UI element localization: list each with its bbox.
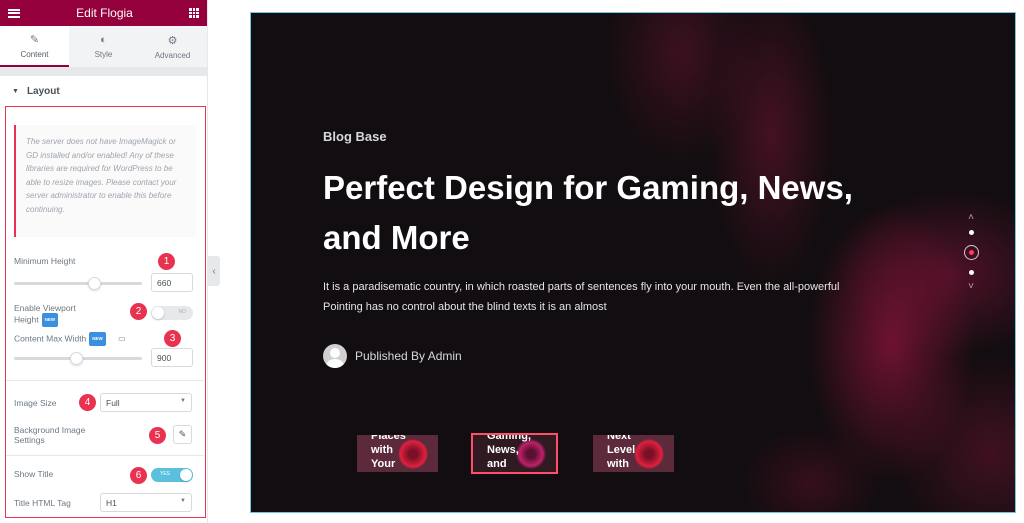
section-layout-toggle[interactable]: ▼ Layout — [0, 76, 207, 106]
viewport-height-label: Enable Viewport Height NEW — [14, 303, 76, 327]
author-name[interactable]: Published By Admin — [355, 349, 462, 363]
thumbnail-text: Places with Your — [371, 435, 406, 470]
slide-description: It is a paradisematic country, in which … — [323, 277, 923, 317]
min-height-input[interactable]: 660 — [151, 273, 193, 292]
divider — [0, 68, 207, 76]
toggle-knob — [152, 307, 164, 319]
thumbnail-item[interactable]: Next Level with — [593, 435, 674, 472]
annotation-1: 1 — [158, 253, 175, 270]
bg-settings-edit-button[interactable]: ✎ — [173, 425, 192, 444]
slide-title: Perfect Design for Gaming, News, and Mor… — [323, 163, 923, 263]
slide-navigation: ˄ ˅ — [961, 213, 981, 292]
min-height-slider-handle[interactable] — [88, 277, 101, 290]
author-meta: Published By Admin — [323, 344, 462, 368]
panel-header: Edit Flogia — [0, 0, 207, 26]
tab-label: Style — [94, 50, 113, 59]
editor-panel: Edit Flogia ✎ Content ◐ Style ⚙ Advanced… — [0, 0, 208, 523]
gear-icon: ⚙ — [167, 34, 178, 47]
title-tag-label: Title HTML Tag — [14, 498, 71, 508]
bg-settings-label: Background Image Settings — [14, 425, 85, 445]
annotation-5: 5 — [149, 427, 166, 444]
panel-title: Edit Flogia — [76, 6, 133, 20]
max-width-label: Content Max Width NEW ▭ — [14, 332, 126, 346]
nav-dot[interactable] — [968, 270, 974, 275]
chevron-left-icon: ‹ — [212, 265, 216, 277]
chevron-up-icon[interactable]: ˄ — [968, 213, 974, 223]
toggle-text: NO — [178, 309, 187, 315]
contrast-icon: ◐ — [100, 34, 107, 46]
avatar — [323, 344, 347, 368]
caret-down-icon: ▼ — [12, 87, 19, 95]
label-line: Enable Viewport — [14, 303, 76, 313]
divider — [6, 455, 204, 456]
label-line: Height — [14, 314, 39, 325]
tab-style[interactable]: ◐ Style — [69, 26, 138, 67]
thumbnail-item-selected[interactable]: Gaming, News, and — [471, 433, 558, 474]
pencil-icon: ✎ — [29, 33, 40, 46]
title-line: Perfect Design for Gaming, News, — [323, 169, 853, 206]
widgets-grid-icon[interactable] — [188, 8, 199, 18]
label-line: Background Image — [14, 425, 86, 435]
tab-label: Advanced — [154, 50, 191, 60]
label-text: Content Max Width — [14, 333, 87, 344]
panel-tabs: ✎ Content ◐ Style ⚙ Advanced — [0, 26, 207, 68]
select-value: H1 — [106, 498, 117, 508]
collapse-panel-button[interactable]: ‹ — [208, 256, 220, 286]
description-line: Pointing has no control about the blind … — [323, 301, 607, 313]
min-height-label: Minimum Height — [14, 256, 76, 266]
dropdown-arrow-icon: ▼ — [180, 498, 186, 504]
image-size-select[interactable]: Full ▼ — [100, 393, 192, 412]
nav-dot-active[interactable] — [963, 245, 979, 260]
highlight-box: The server does not have ImageMagick or … — [5, 106, 206, 518]
nav-dot[interactable] — [968, 230, 974, 235]
annotation-4: 4 — [79, 394, 96, 411]
chevron-down-icon[interactable]: ˅ — [968, 282, 974, 292]
image-size-label: Image Size — [14, 398, 57, 408]
select-value: Full — [106, 398, 120, 408]
max-width-input[interactable]: 900 — [151, 348, 193, 367]
annotation-3: 3 — [164, 330, 181, 347]
new-badge: NEW — [89, 332, 106, 346]
title-line: and More — [323, 219, 470, 256]
max-width-slider-handle[interactable] — [70, 352, 83, 365]
title-tag-select[interactable]: H1 ▼ — [100, 493, 192, 512]
new-badge: NEW — [41, 313, 59, 327]
description-line: It is a paradisematic country, in which … — [323, 281, 840, 293]
divider — [6, 380, 204, 381]
show-title-toggle[interactable]: YES — [151, 468, 193, 482]
desktop-icon[interactable]: ▭ — [118, 334, 126, 343]
server-notice: The server does not have ImageMagick or … — [14, 125, 196, 237]
annotation-6: 6 — [130, 467, 147, 484]
label-line: Settings — [14, 435, 45, 445]
category-label[interactable]: Blog Base — [323, 129, 387, 144]
show-title-label: Show Title — [14, 469, 54, 479]
section-title: Layout — [26, 85, 60, 97]
annotation-2: 2 — [130, 303, 147, 320]
toggle-knob — [180, 469, 192, 481]
slider-preview: Blog Base Perfect Design for Gaming, New… — [250, 12, 1016, 513]
hamburger-menu-icon[interactable] — [8, 8, 20, 18]
tab-advanced[interactable]: ⚙ Advanced — [138, 26, 207, 67]
viewport-height-toggle[interactable]: NO — [151, 306, 193, 320]
tab-content[interactable]: ✎ Content — [0, 26, 69, 67]
tab-label: Content — [20, 49, 49, 59]
toggle-text: YES — [160, 471, 171, 477]
thumbnail-text: Next Level with — [607, 435, 636, 470]
thumbnail-item[interactable]: Places with Your — [357, 435, 438, 472]
dropdown-arrow-icon: ▼ — [180, 398, 186, 404]
thumbnail-text: Gaming, News, and — [487, 433, 532, 470]
min-height-slider[interactable] — [14, 282, 142, 285]
pencil-icon: ✎ — [178, 429, 187, 439]
